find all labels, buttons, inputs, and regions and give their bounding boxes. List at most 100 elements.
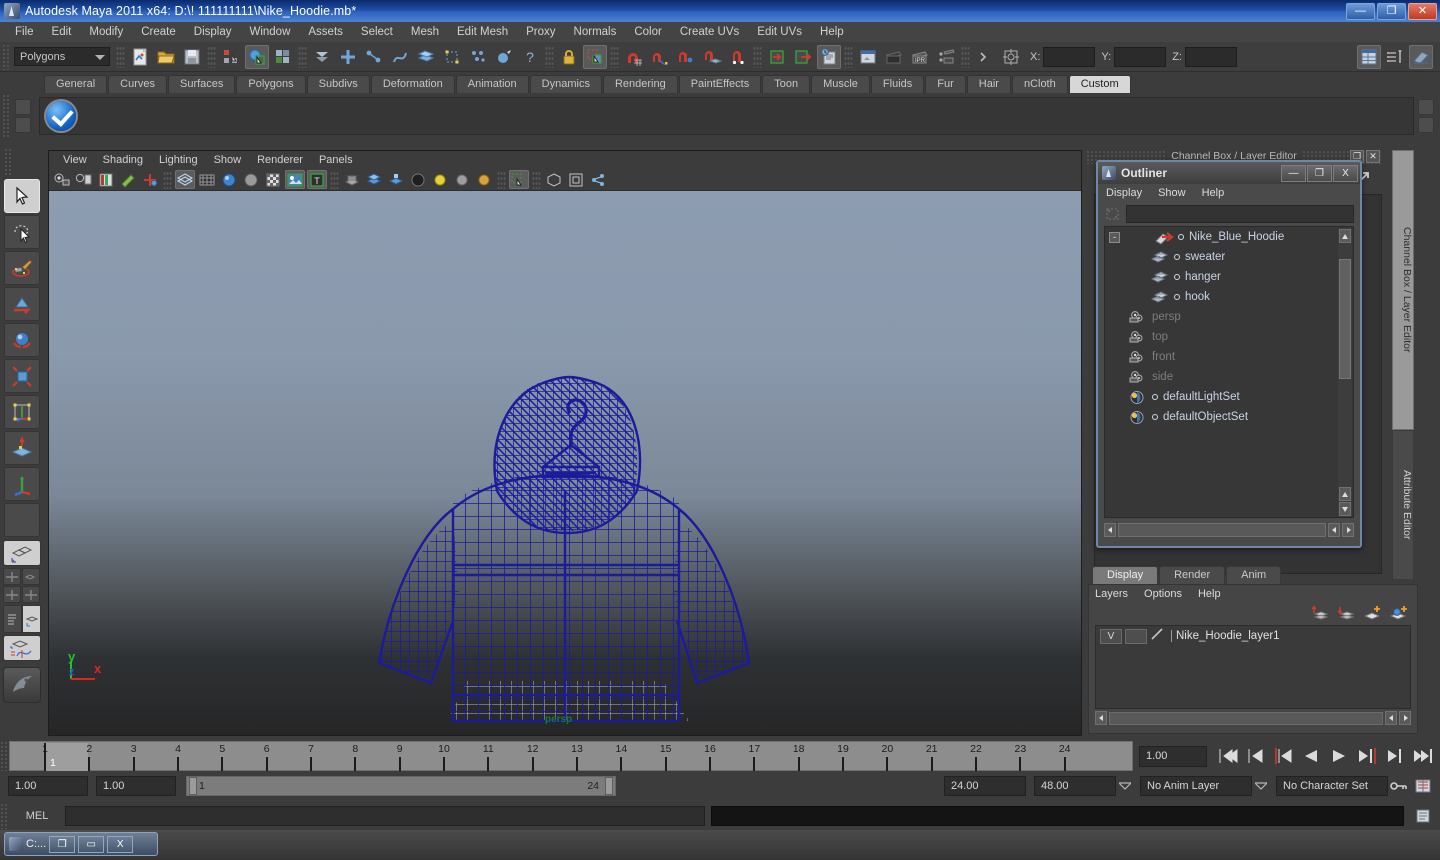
- z-coordinate-field[interactable]: [1184, 46, 1237, 67]
- viewport-3d-canvas[interactable]: y x z persp: [49, 191, 1081, 735]
- shelf-overflow-buttons[interactable]: [1418, 96, 1436, 136]
- playback-end-time-field[interactable]: 24.00: [944, 776, 1026, 796]
- bookmark-icon[interactable]: [118, 170, 138, 189]
- shelf-tab-custom[interactable]: Custom: [1068, 75, 1131, 93]
- show-hide-tool-settings-icon[interactable]: [1409, 44, 1433, 69]
- go-to-end-button[interactable]: [1409, 743, 1437, 769]
- outliner-scroll-down-arrow-upper[interactable]: [1339, 487, 1351, 501]
- load-selection-set-icon[interactable]: [765, 45, 789, 69]
- script-editor-button[interactable]: [1412, 806, 1434, 826]
- show-hide-attribute-editor-icon[interactable]: [1383, 45, 1407, 69]
- smooth-shade-all-icon[interactable]: [197, 170, 217, 189]
- blank-tool-slot[interactable]: [4, 503, 40, 537]
- step-back-frame-button[interactable]: [1269, 743, 1297, 769]
- default-lighting-icon[interactable]: [364, 170, 384, 189]
- curve-mask-icon[interactable]: [388, 45, 412, 69]
- range-slider-left-handle[interactable]: [189, 777, 197, 795]
- layer-hscroll-left-button-2[interactable]: [1385, 711, 1397, 725]
- layer-editor-tab-anim[interactable]: Anim: [1226, 566, 1282, 584]
- render-current-frame-icon[interactable]: [856, 45, 880, 69]
- create-empty-layer-icon[interactable]: [1363, 604, 1383, 622]
- shelf-tab-deformation[interactable]: Deformation: [370, 75, 455, 93]
- display-textured-icon[interactable]: T: [307, 170, 327, 189]
- outliner-expander-icon[interactable]: -: [1109, 231, 1120, 243]
- play-forwards-button[interactable]: [1325, 743, 1353, 769]
- anim-layer-dropdown-arrow[interactable]: [1116, 776, 1134, 796]
- highlight-selection-icon[interactable]: [583, 44, 607, 69]
- share-viewport-icon[interactable]: [588, 170, 608, 189]
- time-slider[interactable]: 1 1 2 3 4 5 6 7 8 9 10 11 12 13 14 15 16 17 18 19 20 21 22 23 2…: [9, 741, 1133, 771]
- light-grey-icon[interactable]: [452, 170, 472, 189]
- outliner-horizontal-scrollbar[interactable]: [1104, 522, 1354, 538]
- shadows-icon[interactable]: [408, 170, 428, 189]
- create-layer-from-selected-icon[interactable]: [1389, 604, 1409, 622]
- layer-playback-toggle[interactable]: [1125, 628, 1147, 644]
- step-forward-key-button[interactable]: [1381, 743, 1409, 769]
- layer-hscroll-left-button[interactable]: [1095, 711, 1107, 725]
- viewport-menu-show[interactable]: Show: [206, 153, 250, 167]
- outliner-hscroll-track[interactable]: [1118, 523, 1326, 537]
- outliner-item-hook[interactable]: hook: [1105, 287, 1353, 307]
- playback-start-time-field[interactable]: 1.00: [96, 776, 176, 796]
- outliner-vertical-scrollbar[interactable]: [1338, 228, 1352, 517]
- layout-outliner-persp-button[interactable]: [3, 605, 22, 633]
- deformation-mask-icon[interactable]: [440, 45, 464, 69]
- menu-item-color[interactable]: Color: [625, 24, 670, 40]
- misc-mask-icon[interactable]: ?: [518, 45, 542, 69]
- outliner-maximize-button[interactable]: ❐: [1307, 164, 1332, 182]
- layout-two-panes-stacked-button[interactable]: [22, 586, 40, 603]
- layout-single-perspective-button[interactable]: [3, 540, 41, 566]
- shelf-tab-scroll-buttons[interactable]: [15, 96, 33, 136]
- viewport-menu-view[interactable]: View: [55, 153, 95, 167]
- rotate-tool-button[interactable]: [4, 323, 40, 357]
- x-ray-selection-icon[interactable]: [509, 170, 529, 189]
- current-time-indicator[interactable]: 1: [44, 743, 88, 771]
- animation-start-time-field[interactable]: 1.00: [8, 776, 88, 796]
- outliner-item-sweater[interactable]: sweater: [1105, 247, 1353, 267]
- layer-menu-layers[interactable]: Layers: [1095, 588, 1128, 600]
- layer-hscroll-track[interactable]: [1109, 711, 1383, 725]
- layout-persp-hypershade-button[interactable]: [22, 605, 41, 633]
- ipr-render-icon[interactable]: [882, 45, 906, 69]
- command-language-label[interactable]: MEL: [9, 810, 65, 822]
- anim-layer-selector[interactable]: No Anim Layer: [1140, 776, 1252, 796]
- outliner-minimize-button[interactable]: —: [1281, 164, 1306, 182]
- step-back-key-button[interactable]: [1241, 743, 1269, 769]
- layer-visibility-toggle[interactable]: V: [1100, 628, 1122, 644]
- layout-persp-outliner-button[interactable]: [22, 568, 40, 585]
- shelf-grip[interactable]: [2, 94, 11, 138]
- animation-preferences-button[interactable]: [1410, 778, 1436, 794]
- menu-item-edit-uvs[interactable]: Edit UVs: [748, 24, 811, 40]
- taskbar-close-button[interactable]: X: [107, 835, 134, 853]
- menu-item-edit[interactable]: Edit: [43, 24, 81, 40]
- shelf-overflow-down-button[interactable]: [1418, 117, 1434, 133]
- scale-tool-button[interactable]: [4, 359, 40, 393]
- viewport-menu-shading[interactable]: Shading: [95, 153, 151, 167]
- transform-mode-icon[interactable]: [999, 45, 1023, 69]
- two-dimensional-pan-zoom-icon[interactable]: [140, 170, 160, 189]
- taskbar-restore-button[interactable]: ❐: [49, 835, 76, 853]
- shelf-tab-painteffects[interactable]: PaintEffects: [678, 75, 762, 93]
- time-slider-grip[interactable]: [0, 741, 9, 771]
- menu-item-create-uvs[interactable]: Create UVs: [671, 24, 748, 40]
- snap-to-point-icon[interactable]: [674, 45, 698, 69]
- play-backwards-button[interactable]: [1297, 743, 1325, 769]
- dynamics-mask-icon[interactable]: [466, 45, 490, 69]
- menu-item-file[interactable]: File: [6, 24, 43, 40]
- wireframe-shading-icon[interactable]: [175, 170, 195, 189]
- flat-shade-icon[interactable]: [241, 170, 261, 189]
- shelf-tab-subdivs[interactable]: Subdivs: [306, 75, 370, 93]
- shelf-tabs-button[interactable]: [15, 99, 31, 115]
- all-lights-icon[interactable]: [342, 170, 362, 189]
- character-set-dropdown-arrow[interactable]: [1252, 776, 1270, 796]
- image-plane-icon[interactable]: [96, 170, 116, 189]
- shelf-menu-button[interactable]: [15, 117, 31, 133]
- tab-channel-box-layer-editor[interactable]: Channel Box / Layer Editor: [1392, 150, 1414, 430]
- hardware-texturing-icon[interactable]: [263, 170, 283, 189]
- shelf-tab-fur[interactable]: Fur: [925, 75, 966, 93]
- surface-mask-icon[interactable]: [414, 45, 438, 69]
- outliner-scroll-up-button[interactable]: [1339, 229, 1351, 243]
- snap-to-view-plane-icon[interactable]: [726, 45, 750, 69]
- rendering-mask-icon[interactable]: [492, 45, 516, 69]
- exposure-control-icon[interactable]: [566, 170, 586, 189]
